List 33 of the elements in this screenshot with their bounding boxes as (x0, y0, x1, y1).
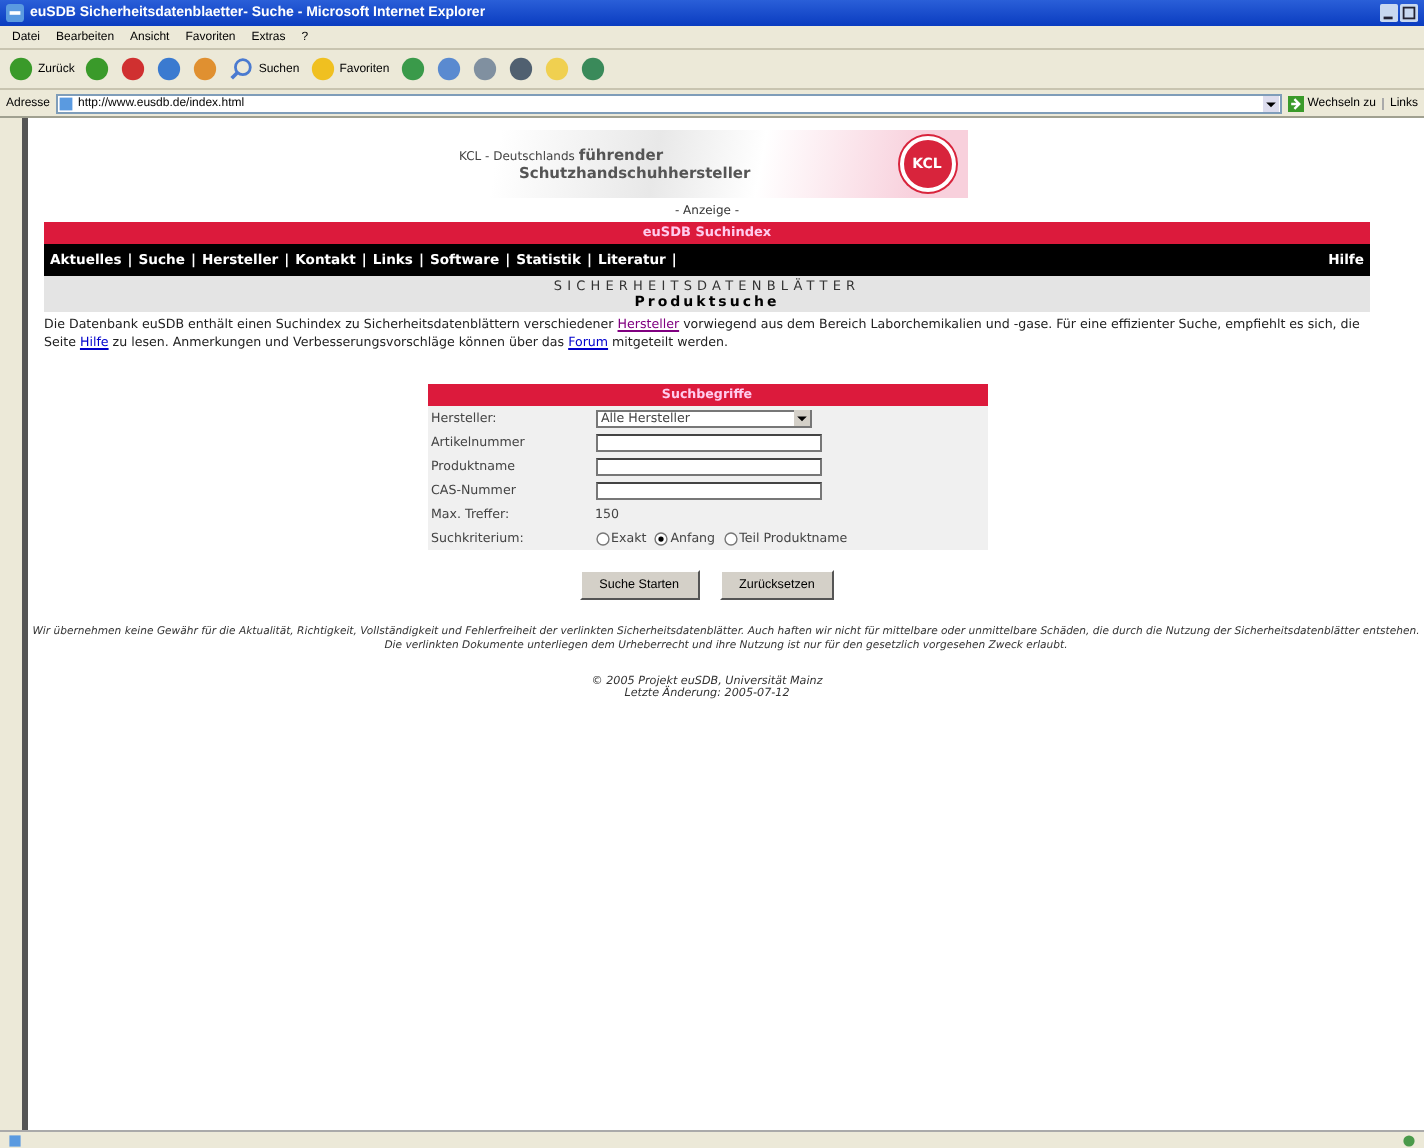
round-icon (156, 56, 183, 82)
toolbar-button[interactable] (120, 56, 147, 82)
input-field[interactable] (595, 433, 821, 451)
dropdown-icon (793, 410, 809, 426)
round-icon (84, 56, 111, 82)
page-icon (8, 1133, 22, 1147)
globe-icon (1402, 1133, 1416, 1147)
round-icon (543, 56, 570, 82)
input-field[interactable] (595, 481, 821, 499)
round-icon (399, 56, 426, 82)
input-field[interactable] (595, 457, 821, 475)
round-icon (507, 56, 534, 82)
toolbar-button[interactable] (399, 56, 426, 82)
toolbar-button[interactable] (435, 56, 462, 82)
round-icon (309, 56, 336, 82)
toolbar-button[interactable] (84, 56, 111, 82)
browser-icon (6, 4, 24, 22)
toolbar-button[interactable] (156, 56, 183, 82)
toolbar-button[interactable] (471, 56, 498, 82)
round-icon (8, 56, 34, 82)
toolbar-button[interactable] (507, 56, 534, 82)
page-icon (58, 95, 75, 111)
round-icon (579, 56, 606, 82)
maximize-icon[interactable] (1400, 4, 1418, 22)
arrow-icon (1287, 95, 1304, 111)
round-icon (471, 56, 498, 82)
minimize-icon[interactable] (1380, 4, 1398, 22)
round-icon (120, 56, 147, 82)
toolbar-button[interactable] (579, 56, 606, 82)
dropdown-icon[interactable] (1261, 95, 1280, 111)
search-icon (228, 56, 255, 82)
round-icon (435, 56, 462, 82)
round-icon (192, 56, 219, 82)
